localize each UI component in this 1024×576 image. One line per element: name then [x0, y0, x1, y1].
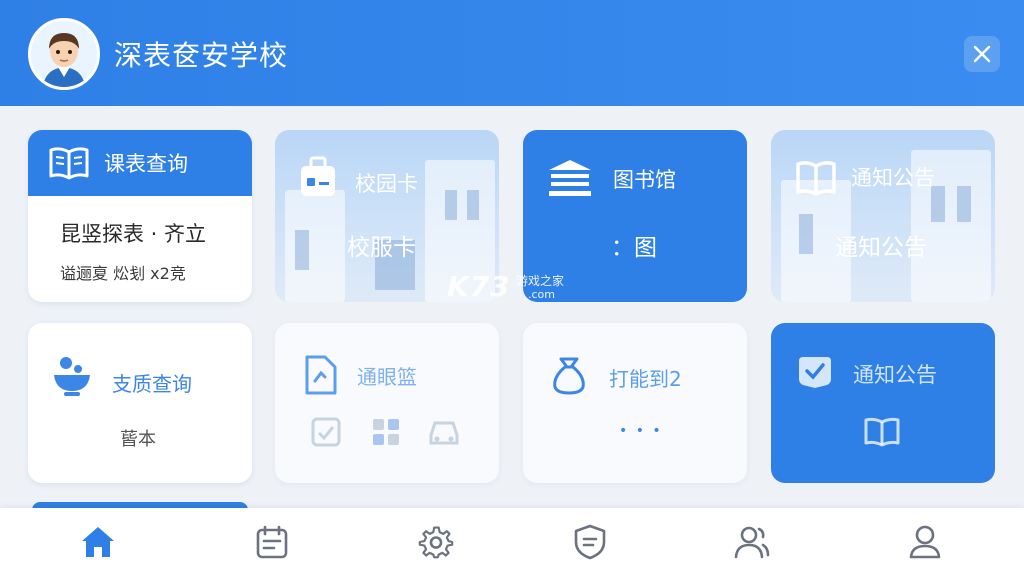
tile-notice-top[interactable]: 通知公告 通知公告: [771, 130, 995, 302]
tile-campus-card-subtitle: 校服卡: [347, 235, 416, 261]
tile-notice-top-subtitle: 通知公告: [835, 235, 927, 261]
bottom-nav: [0, 508, 1024, 576]
gear-icon: [418, 526, 454, 559]
shield-icon: [574, 524, 606, 560]
tile-schedule-line2: 谥逦㚆 炂刬 x2竞: [60, 264, 186, 283]
background-window: [445, 190, 457, 220]
tile-schedule-header: 课表查询: [28, 130, 252, 196]
id-card-icon: [301, 156, 335, 196]
tile-notify-small-title: 通眼篮: [357, 365, 417, 389]
watermark-brand: K73: [447, 270, 511, 303]
open-book-icon: [796, 161, 836, 196]
nav-security[interactable]: [570, 522, 610, 562]
users-icon: [734, 526, 770, 559]
avatar[interactable]: [28, 18, 100, 90]
background-window: [799, 214, 813, 254]
blurred-car-icon: [429, 421, 459, 445]
home-icon: [82, 527, 114, 557]
tile-checkin[interactable]: 打能到2 • • •: [523, 323, 747, 483]
tile-quality[interactable]: 支质查询 蒈本: [28, 323, 252, 483]
watermark-domain: .com: [528, 288, 555, 301]
tile-quality-title: 支质查询: [112, 372, 192, 396]
tile-schedule-title: 课表查询: [104, 152, 188, 176]
library-icon: [549, 160, 591, 196]
tile-notice-top-title: 通知公告: [851, 166, 935, 190]
tile-notice-bottom-title: 通知公告: [853, 363, 937, 387]
open-book-icon: [864, 417, 900, 447]
bowl-icon: [54, 357, 90, 396]
app-header: 深表奁安学校: [0, 0, 1024, 106]
blurred-check-icon: [311, 417, 341, 447]
background-building: [285, 190, 345, 302]
tile-quality-subtitle: 蒈本: [120, 429, 156, 450]
background-window: [957, 186, 971, 222]
nav-profile[interactable]: [905, 522, 945, 562]
student-avatar-icon: [31, 21, 97, 87]
close-button[interactable]: [964, 36, 1000, 72]
user-icon: [909, 525, 941, 559]
close-icon: [973, 45, 991, 63]
tile-campus-card-title: 校园卡: [355, 172, 418, 196]
bag-icon: [553, 357, 585, 395]
nav-settings[interactable]: [416, 522, 456, 562]
tile-checkin-more: • • •: [619, 423, 663, 439]
nav-contacts[interactable]: [732, 522, 772, 562]
tile-schedule[interactable]: 课表查询 昆竖探表 · 齐立 谥逦㚆 炂刬 x2竞: [28, 130, 252, 302]
book-icon: [49, 147, 89, 180]
tile-checkin-title: 打能到2: [609, 367, 682, 391]
watermark-site: 游戏之家: [516, 274, 565, 288]
tile-schedule-line1: 昆竖探表 · 齐立: [60, 222, 207, 246]
app-title: 深表奁安学校: [114, 39, 289, 72]
blurred-grid-icon: [373, 419, 399, 445]
tile-library-title: 图书馆: [613, 168, 676, 192]
document-icon: [305, 355, 337, 395]
tile-library-subtitle: ：图: [611, 235, 657, 261]
tile-notify-small[interactable]: 通眼篮: [275, 323, 499, 483]
background-window: [467, 190, 479, 220]
check-badge-icon: [799, 357, 831, 388]
tile-notice-bottom[interactable]: 通知公告: [771, 323, 995, 483]
background-window: [295, 230, 309, 270]
nav-home[interactable]: [78, 522, 118, 562]
nav-calendar[interactable]: [252, 522, 292, 562]
calendar-icon: [256, 525, 288, 559]
